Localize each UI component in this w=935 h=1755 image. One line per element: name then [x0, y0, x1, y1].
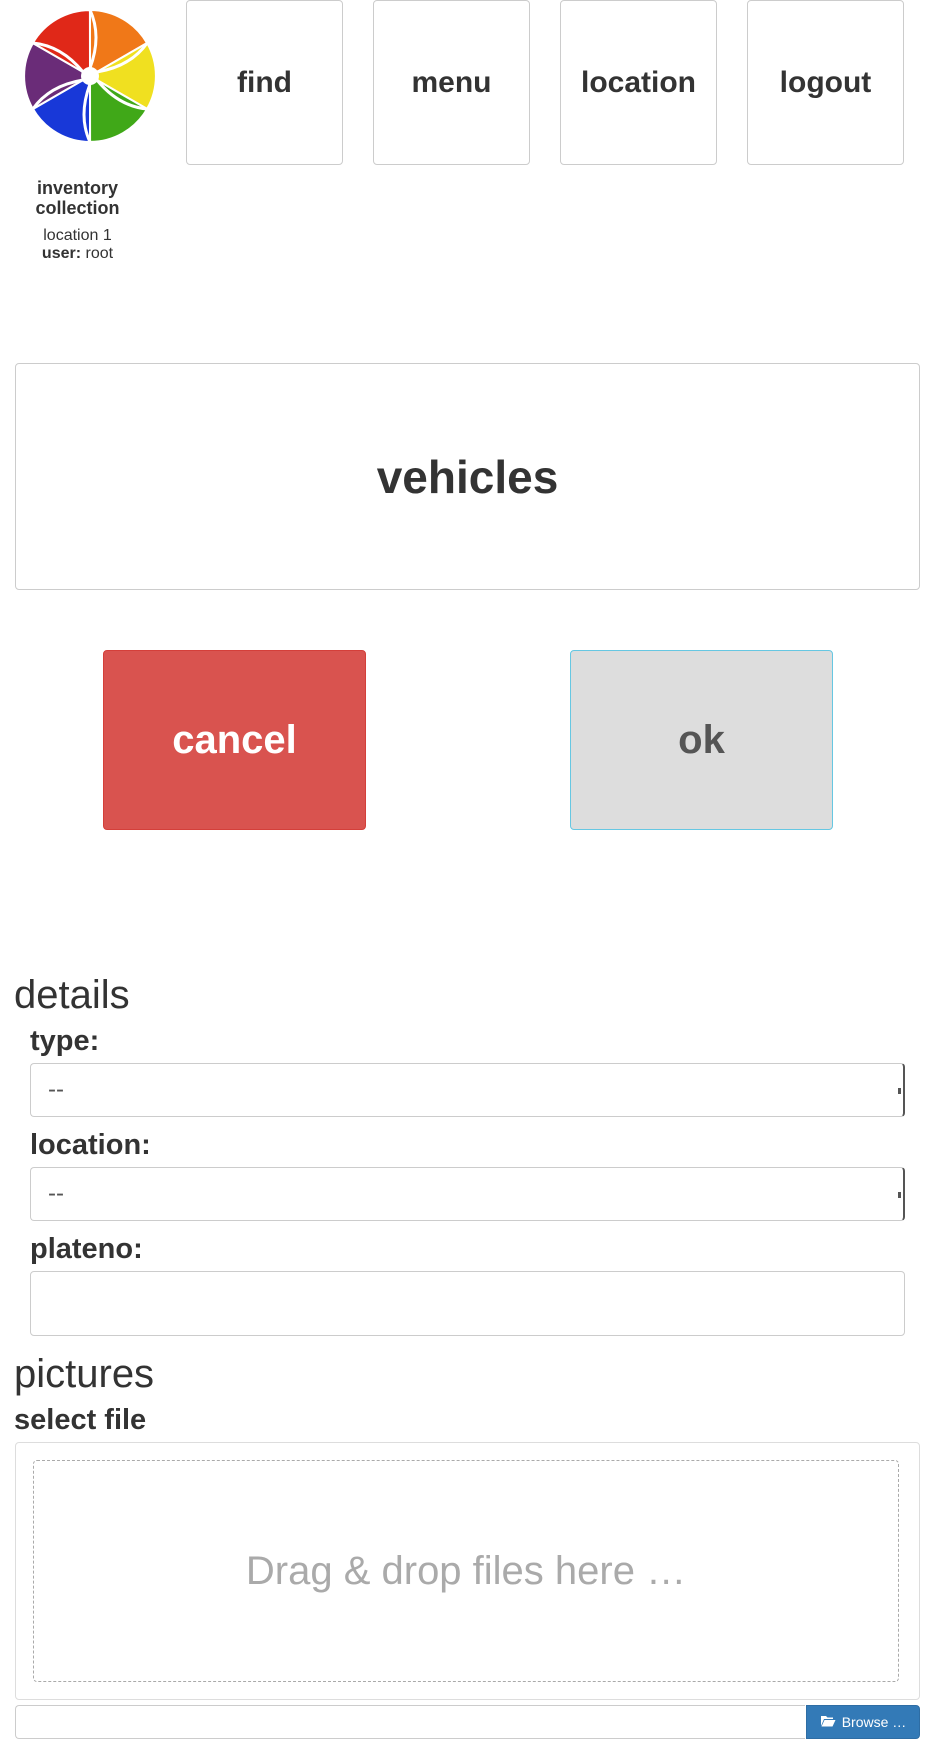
plateno-input[interactable]: [30, 1271, 905, 1336]
location-select[interactable]: --: [30, 1167, 905, 1221]
current-user: user: root: [10, 244, 145, 263]
cancel-button[interactable]: cancel: [103, 650, 366, 830]
browse-button[interactable]: Browse …: [806, 1705, 920, 1739]
plateno-label: plateno:: [30, 1233, 143, 1265]
logout-button[interactable]: logout: [747, 0, 904, 165]
page-title: vehicles: [15, 363, 920, 590]
ok-button[interactable]: ok: [570, 650, 833, 830]
location-label: location:: [30, 1129, 151, 1161]
file-drop-zone[interactable]: Drag & drop files here …: [33, 1460, 899, 1682]
user-label: user:: [41, 245, 82, 262]
chevron-down-icon: [898, 1088, 901, 1094]
type-select-value: --: [48, 1076, 64, 1103]
details-heading: details: [14, 973, 130, 1017]
user-value: root: [85, 245, 114, 262]
type-label: type:: [30, 1025, 100, 1057]
drop-zone-text: Drag & drop files here …: [245, 1548, 687, 1593]
chevron-down-icon: [898, 1192, 901, 1198]
folder-open-icon: [820, 1714, 836, 1730]
menu-button[interactable]: menu: [373, 0, 530, 165]
app-logo: [20, 6, 160, 146]
type-select[interactable]: --: [30, 1063, 905, 1117]
current-location: location 1: [43, 227, 112, 244]
app-name: inventory collection: [35, 178, 120, 218]
select-file-label: select file: [14, 1404, 147, 1436]
browse-label: Browse …: [841, 1714, 907, 1730]
find-button[interactable]: find: [186, 0, 343, 165]
location-select-value: --: [48, 1180, 64, 1207]
pictures-heading: pictures: [14, 1352, 155, 1396]
file-caption-field: [15, 1705, 805, 1739]
location-button[interactable]: location: [560, 0, 717, 165]
